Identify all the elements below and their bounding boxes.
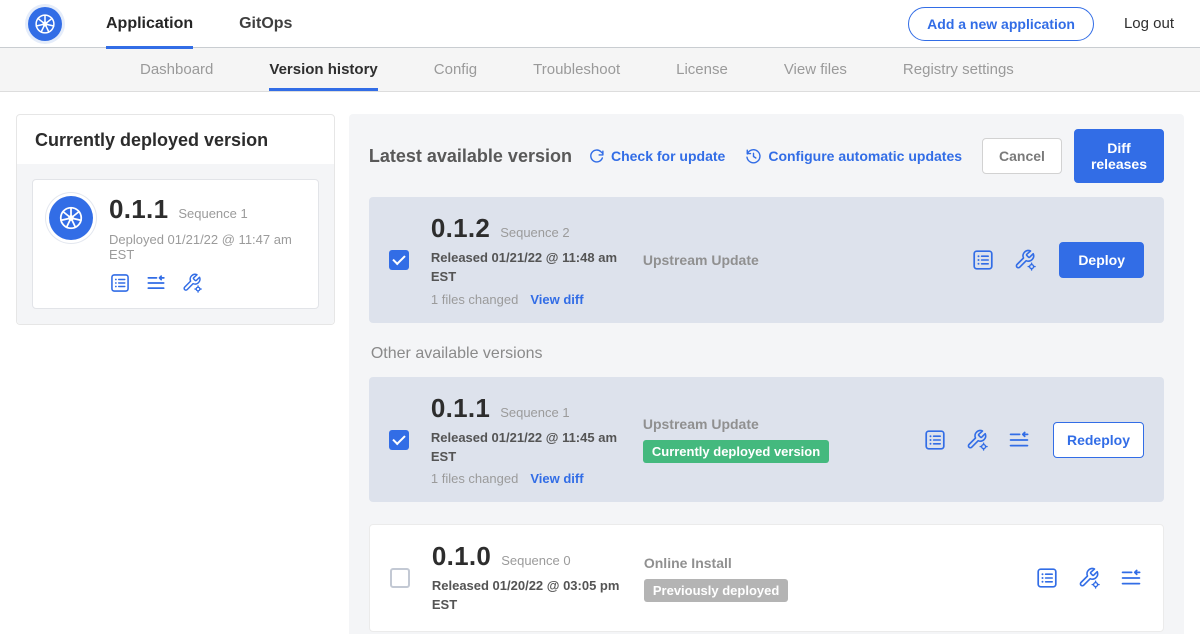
available-versions-panel: Latest available version Check for updat… [349, 114, 1184, 634]
version-source-label: Upstream Update [643, 252, 971, 268]
configure-updates-link[interactable]: Configure automatic updates [745, 148, 962, 165]
tab-version-history[interactable]: Version history [269, 48, 377, 91]
latest-version-title: Latest available version [369, 146, 572, 167]
version-checkbox[interactable] [389, 430, 409, 450]
logout-link[interactable]: Log out [1124, 15, 1174, 32]
files-changed-label: 1 files changed [431, 292, 518, 307]
cancel-button[interactable]: Cancel [982, 138, 1062, 174]
deploy-button[interactable]: Deploy [1059, 242, 1144, 278]
deployed-sequence-label: Sequence 1 [178, 206, 247, 221]
tab-license[interactable]: License [676, 48, 728, 91]
files-changed-label: 1 files changed [431, 471, 518, 486]
version-source-label: Online Install [644, 555, 1035, 571]
view-diff-link[interactable]: View diff [530, 471, 583, 486]
deployed-panel-title: Currently deployed version [17, 115, 334, 164]
released-timestamp: Released 01/21/22 @ 11:48 am EST [431, 249, 623, 287]
nav-tab-application[interactable]: Application [106, 0, 193, 48]
schedule-update-icon [745, 148, 762, 165]
tab-view-files[interactable]: View files [784, 48, 847, 91]
sequence-label: Sequence 1 [500, 405, 569, 420]
other-versions-title: Other available versions [371, 345, 1162, 363]
nav-tab-gitops[interactable]: GitOps [239, 0, 292, 48]
deploy-logs-icon[interactable] [145, 272, 167, 294]
deployed-version-number: 0.1.1 [109, 194, 168, 225]
edit-config-icon[interactable] [181, 272, 203, 294]
version-number: 0.1.1 [431, 393, 490, 424]
released-timestamp: Released 01/20/22 @ 03:05 pm EST [432, 577, 624, 615]
released-timestamp: Released 01/21/22 @ 11:45 am EST [431, 429, 623, 467]
edit-config-icon[interactable] [965, 428, 989, 452]
deployed-timestamp: Deployed 01/21/22 @ 11:47 am EST [109, 232, 302, 262]
tab-config[interactable]: Config [434, 48, 477, 91]
edit-config-icon[interactable] [1013, 248, 1037, 272]
edit-config-icon[interactable] [1077, 566, 1101, 590]
view-diff-link[interactable]: View diff [530, 292, 583, 307]
version-number: 0.1.0 [432, 541, 491, 572]
available-versions-header: Latest available version Check for updat… [369, 129, 1164, 183]
release-notes-icon[interactable] [109, 272, 131, 294]
deployed-version-panel: Currently deployed version 0.1.1 Sequenc… [16, 114, 335, 325]
diff-releases-button[interactable]: Diff releases [1074, 129, 1164, 183]
deployed-panel-body: 0.1.1 Sequence 1 Deployed 01/21/22 @ 11:… [17, 164, 334, 324]
version-number: 0.1.2 [431, 213, 490, 244]
version-checkbox[interactable] [390, 568, 410, 588]
add-application-button[interactable]: Add a new application [908, 7, 1094, 41]
version-source-label: Upstream Update [643, 416, 923, 432]
check-for-update-link[interactable]: Check for update [588, 148, 725, 165]
sequence-label: Sequence 0 [501, 553, 570, 568]
sequence-label: Sequence 2 [500, 225, 569, 240]
main-content: Currently deployed version 0.1.1 Sequenc… [0, 92, 1200, 634]
top-navbar: Application GitOps Add a new application… [0, 0, 1200, 48]
version-checkbox[interactable] [389, 250, 409, 270]
deployed-version-card: 0.1.1 Sequence 1 Deployed 01/21/22 @ 11:… [32, 179, 319, 309]
release-notes-icon[interactable] [923, 428, 947, 452]
deploy-logs-icon[interactable] [1007, 428, 1031, 452]
deploy-logs-icon[interactable] [1119, 566, 1143, 590]
tab-registry-settings[interactable]: Registry settings [903, 48, 1014, 91]
previously-deployed-badge: Previously deployed [644, 579, 788, 602]
deployed-status-badge: Currently deployed version [643, 440, 829, 463]
version-row: 0.1.2 Sequence 2 Released 01/21/22 @ 11:… [369, 197, 1164, 323]
version-row: 0.1.0 Sequence 0 Released 01/20/22 @ 03:… [369, 524, 1164, 632]
check-update-icon [588, 148, 605, 165]
app-subnav: Dashboard Version history Config Trouble… [0, 48, 1200, 92]
tab-dashboard[interactable]: Dashboard [140, 48, 213, 91]
release-notes-icon[interactable] [1035, 566, 1059, 590]
redeploy-button[interactable]: Redeploy [1053, 422, 1144, 458]
version-row: 0.1.1 Sequence 1 Released 01/21/22 @ 11:… [369, 377, 1164, 503]
release-notes-icon[interactable] [971, 248, 995, 272]
kubernetes-logo-icon [28, 7, 62, 41]
app-logo-icon [49, 196, 93, 240]
tab-troubleshoot[interactable]: Troubleshoot [533, 48, 620, 91]
